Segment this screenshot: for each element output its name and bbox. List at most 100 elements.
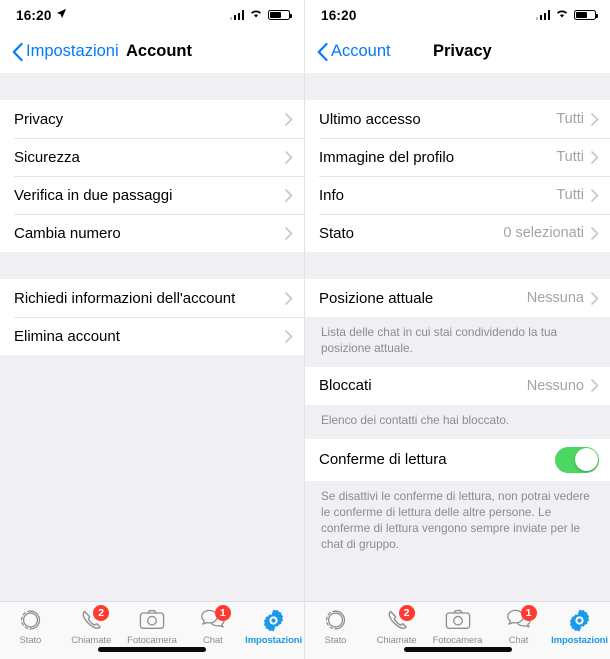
footer-bloccati: Elenco dei contatti che hai bloccato. [305,404,610,439]
status-rings-icon [16,608,44,633]
chevron-right-icon [285,329,293,343]
row-value: Tutti [556,187,584,203]
phone-screen-privacy: 16:20 Account Privacy Ultimo accesso Tut… [305,0,610,659]
footer-conferme-di-lettura: Se disattivi le conferme di lettura, non… [305,480,610,563]
row-privacy[interactable]: Privacy [0,100,304,138]
tab-label: Chat [202,635,223,646]
camera-icon [444,608,472,633]
home-indicator [98,647,206,652]
row-posizione-attuale[interactable]: Posizione attuale Nessuna [305,279,610,317]
gear-icon [260,608,288,633]
tab-label: Impostazioni [245,635,303,646]
tab-chat[interactable]: 1 Chat [488,605,549,646]
row-cambia-numero[interactable]: Cambia numero [0,214,304,252]
tab-fotocamera[interactable]: Fotocamera [427,608,488,646]
gear-icon [566,608,594,633]
privacy-group-receipts: Conferme di lettura [305,438,610,481]
phone-screen-account: 16:20 Impostazioni Account Privacy Sicur… [0,0,305,659]
tab-label: Impostazioni [551,635,608,646]
tab-label: Stato [19,635,42,646]
account-group-1: Privacy Sicurezza Verifica in due passag… [0,100,304,252]
chevron-right-icon [591,379,599,393]
back-button-label: Account [331,42,391,60]
home-indicator [403,647,512,652]
row-immagine-profilo[interactable]: Immagine del profilo Tutti [305,138,610,176]
toggle-knob [575,448,598,472]
tab-impostazioni[interactable]: Impostazioni [243,608,304,646]
row-richiedi-informazioni[interactable]: Richiedi informazioni dell'account [0,279,304,317]
row-verifica-due-passaggi[interactable]: Verifica in due passaggi [0,176,304,214]
row-label: Ultimo accesso [319,110,421,128]
row-value: Nessuno [526,377,584,394]
row-stato[interactable]: Stato 0 selezionati [305,214,610,252]
tab-stato[interactable]: Stato [305,608,366,646]
chat-bubbles-icon: 1 [505,605,537,633]
tab-impostazioni[interactable]: Impostazioni [549,608,610,646]
row-sicurezza[interactable]: Sicurezza [0,138,304,176]
chevron-right-icon [591,226,599,240]
status-bar: 16:20 [0,0,304,30]
footer-posizione-attuale: Lista delle chat in cui stai condividend… [305,317,610,367]
chevron-right-icon [591,150,599,164]
settings-list: Privacy Sicurezza Verifica in due passag… [0,73,304,601]
row-label: Info [319,186,345,204]
chevron-left-icon [12,42,23,61]
tab-label: Chiamate [376,635,417,646]
chevron-right-icon [285,112,293,126]
chevron-right-icon [285,291,293,305]
wifi-icon [249,6,263,24]
row-label: Immagine del profilo [319,148,455,166]
row-elimina-account[interactable]: Elimina account [0,317,304,355]
tab-fotocamera[interactable]: Fotocamera [122,608,183,646]
tab-label: Fotocamera [432,635,483,646]
badge-chiamate: 2 [398,605,415,621]
row-value: Nessuna [526,290,584,306]
row-value: Tutti [556,111,584,127]
badge-chiamate: 2 [93,605,110,621]
tab-label: Stato [324,635,347,646]
tab-chiamate[interactable]: 2 Chiamate [366,605,427,646]
back-button-account[interactable]: Account [317,42,391,61]
row-label: Verifica in due passaggi [14,186,173,204]
location-arrow-icon [56,6,67,24]
tab-chat[interactable]: 1 Chat [182,605,243,646]
row-label: Conferme di lettura [319,451,447,469]
row-bloccati[interactable]: Bloccati Nessuno [305,366,610,405]
phone-icon: 2 [383,605,415,633]
row-label: Richiedi informazioni dell'account [14,289,236,307]
chevron-right-icon [285,150,293,164]
status-indicators [535,6,598,24]
row-label: Bloccati [319,377,372,395]
status-time: 16:20 [16,7,52,23]
navigation-bar: Impostazioni Account [0,30,304,73]
row-ultimo-accesso[interactable]: Ultimo accesso Tutti [305,100,610,138]
status-time: 16:20 [321,7,357,23]
row-info[interactable]: Info Tutti [305,176,610,214]
row-value: 0 selezionati [503,225,584,241]
status-rings-icon [322,608,350,633]
privacy-list: Ultimo accesso Tutti Immagine del profil… [305,73,610,601]
privacy-group-location: Posizione attuale Nessuna [305,279,610,317]
tab-label: Fotocamera [127,635,177,646]
signal-bars-icon [229,10,244,20]
row-label: Sicurezza [14,148,80,166]
chevron-right-icon [591,291,599,305]
privacy-group-1: Ultimo accesso Tutti Immagine del profil… [305,100,610,252]
tab-chiamate[interactable]: 2 Chiamate [61,605,122,646]
privacy-group-blocked: Bloccati Nessuno [305,366,610,405]
dual-phone-screenshot: 16:20 Impostazioni Account Privacy Sicur… [0,0,610,659]
wifi-icon [555,6,569,24]
camera-icon [138,608,166,633]
back-button-label: Impostazioni [26,42,119,60]
phone-icon: 2 [77,605,110,633]
tab-stato[interactable]: Stato [0,608,61,646]
back-button-impostazioni[interactable]: Impostazioni [12,42,119,61]
row-conferme-di-lettura: Conferme di lettura [305,438,610,481]
status-indicators [229,6,292,24]
read-receipts-toggle[interactable] [555,446,599,473]
chevron-right-icon [591,188,599,202]
tab-label: Chat [508,635,529,646]
status-bar: 16:20 [305,0,610,30]
